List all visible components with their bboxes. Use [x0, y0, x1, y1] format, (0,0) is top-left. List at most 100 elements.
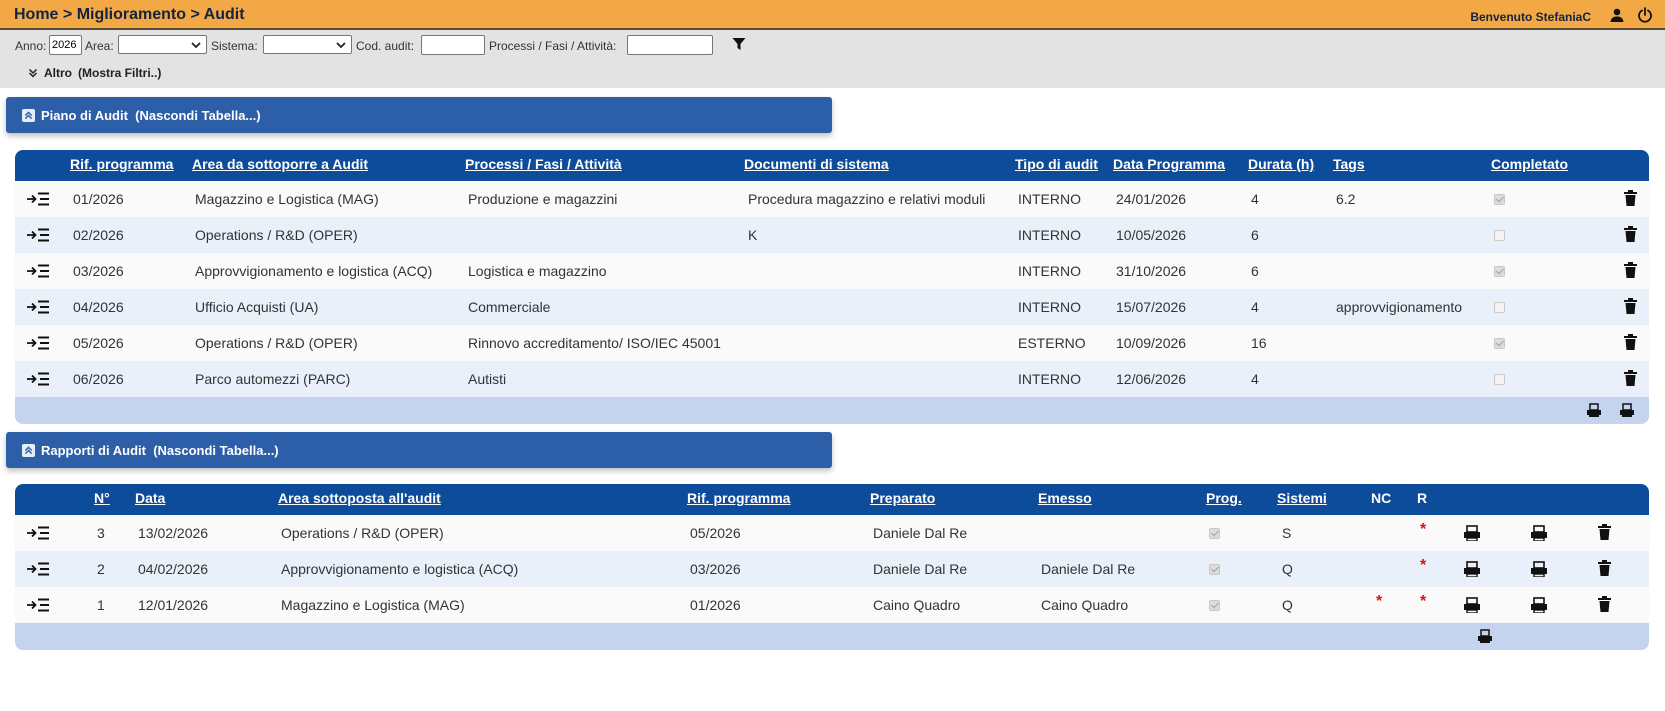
table-row[interactable]: 1 12/01/2026 Magazzino e Logistica (MAG) 01… [15, 587, 1649, 623]
print-icon[interactable] [1530, 597, 1548, 613]
trash-icon[interactable] [1598, 524, 1611, 541]
open-row-icon[interactable] [27, 562, 50, 576]
cell-area: Parco automezzi (PARC) [195, 371, 351, 387]
col-emesso[interactable]: Emesso [1038, 490, 1092, 506]
cell-data: 13/02/2026 [138, 525, 209, 541]
trash-icon[interactable] [1624, 226, 1637, 243]
funnel-icon[interactable] [732, 37, 746, 51]
print-icon[interactable] [1463, 525, 1481, 541]
rapporti-table-footer [15, 623, 1649, 650]
open-row-icon[interactable] [27, 372, 50, 386]
processi-label: Processi / Fasi / Attività: [489, 39, 617, 53]
cell-durata: 6 [1251, 263, 1259, 279]
col-preparato[interactable]: Preparato [870, 490, 935, 506]
col-rif-programma[interactable]: Rif. programma [70, 156, 173, 172]
completato-checkbox[interactable] [1494, 230, 1505, 241]
breadcrumb[interactable]: Home > Miglioramento > Audit [14, 6, 245, 24]
piano-section-header[interactable]: Piano di Audit (Nascondi Tabella...) [6, 97, 832, 133]
table-row[interactable]: 06/2026 Parco automezzi (PARC) Autisti INTE… [15, 361, 1649, 397]
cod-audit-input[interactable] [421, 35, 485, 55]
trash-icon[interactable] [1624, 190, 1637, 207]
cell-tipo: INTERNO [1018, 227, 1081, 243]
cell-emesso: Daniele Dal Re [1041, 561, 1136, 577]
table-row[interactable]: 04/2026 Ufficio Acquisti (UA) Commerciale I… [15, 289, 1649, 325]
col-tags[interactable]: Tags [1333, 156, 1365, 172]
open-row-icon[interactable] [27, 526, 50, 540]
completato-checkbox[interactable] [1494, 194, 1505, 205]
print-icon[interactable] [1586, 403, 1602, 418]
cell-rif-programma: 03/2026 [690, 561, 741, 577]
col-completato[interactable]: Completato [1491, 156, 1568, 172]
filter-bar: Anno: Area: Sistema: Cod. audit: Process… [0, 30, 1665, 88]
table-row[interactable]: 05/2026 Operations / R&D (OPER) Rinnovo ac… [15, 325, 1649, 361]
r-marker: * [1420, 557, 1427, 574]
col-data-programma[interactable]: Data Programma [1113, 156, 1225, 172]
cell-area: Magazzino e Logistica (MAG) [281, 597, 465, 613]
open-row-icon[interactable] [27, 598, 50, 612]
cell-preparato: Caino Quadro [873, 597, 961, 613]
col-documenti[interactable]: Documenti di sistema [744, 156, 889, 172]
cell-rif-programma: 02/2026 [73, 227, 124, 243]
col-numero[interactable]: N° [94, 490, 110, 506]
trash-icon[interactable] [1624, 262, 1637, 279]
open-row-icon[interactable] [27, 300, 50, 314]
rapporti-section-header[interactable]: Rapporti di Audit (Nascondi Tabella...) [6, 432, 832, 468]
col-processi[interactable]: Processi / Fasi / Attività [465, 156, 622, 172]
open-row-icon[interactable] [27, 264, 50, 278]
rapporti-table: N° Data Area sottoposta all'audit Rif. p… [15, 484, 1649, 650]
print-icon[interactable] [1477, 629, 1493, 644]
completato-checkbox[interactable] [1494, 266, 1505, 277]
col-area-sottoposta[interactable]: Area sottoposta all'audit [278, 490, 441, 506]
table-row[interactable]: 2 04/02/2026 Approvvigionamento e logistic… [15, 551, 1649, 587]
sistema-select[interactable] [263, 35, 352, 54]
col-data[interactable]: Data [135, 490, 165, 506]
table-row[interactable]: 03/2026 Approvvigionamento e logistica (A… [15, 253, 1649, 289]
piano-table-header: Rif. programma Area da sottoporre a Audi… [15, 150, 1649, 181]
col-sistemi[interactable]: Sistemi [1277, 490, 1327, 506]
user-icon[interactable] [1609, 7, 1625, 23]
table-row[interactable]: 3 13/02/2026 Operations / R&D (OPER) 05/202… [15, 515, 1649, 551]
piano-toggle-label[interactable]: (Nascondi Tabella...) [135, 108, 260, 123]
trash-icon[interactable] [1624, 334, 1637, 351]
prog-checkbox[interactable] [1209, 600, 1220, 611]
cell-tipo: INTERNO [1018, 191, 1081, 207]
col-durata[interactable]: Durata (h) [1248, 156, 1314, 172]
completato-checkbox[interactable] [1494, 302, 1505, 313]
print-icon[interactable] [1619, 403, 1635, 418]
completato-checkbox[interactable] [1494, 338, 1505, 349]
completato-checkbox[interactable] [1494, 374, 1505, 385]
print-icon[interactable] [1530, 525, 1548, 541]
anno-input[interactable] [49, 35, 82, 55]
col-tipo[interactable]: Tipo di audit [1015, 156, 1098, 172]
piano-title: Piano di Audit [41, 107, 128, 123]
power-icon[interactable] [1637, 7, 1653, 23]
area-select[interactable] [118, 35, 207, 54]
trash-icon[interactable] [1624, 298, 1637, 315]
col-rif-programma[interactable]: Rif. programma [687, 490, 790, 506]
cell-documenti: Procedura magazzino e relativi moduli [748, 191, 986, 207]
cell-tipo: INTERNO [1018, 371, 1081, 387]
rapporti-toggle-label[interactable]: (Nascondi Tabella...) [153, 443, 278, 458]
trash-icon[interactable] [1598, 596, 1611, 613]
col-area[interactable]: Area da sottoporre a Audit [192, 156, 368, 172]
open-row-icon[interactable] [27, 228, 50, 242]
open-row-icon[interactable] [27, 336, 50, 350]
trash-icon[interactable] [1598, 560, 1611, 577]
processi-input[interactable] [627, 35, 713, 55]
cell-numero: 1 [97, 597, 105, 613]
prog-checkbox[interactable] [1209, 564, 1220, 575]
cell-processi: Produzione e magazzini [468, 191, 618, 207]
prog-checkbox[interactable] [1209, 528, 1220, 539]
col-prog[interactable]: Prog. [1206, 490, 1242, 506]
altro-label: Altro [44, 66, 72, 80]
print-icon[interactable] [1463, 597, 1481, 613]
trash-icon[interactable] [1624, 370, 1637, 387]
open-row-icon[interactable] [27, 192, 50, 206]
table-row[interactable]: 01/2026 Magazzino e Logistica (MAG) Produz… [15, 181, 1649, 217]
collapse-icon [22, 108, 35, 122]
print-icon[interactable] [1463, 561, 1481, 577]
print-icon[interactable] [1530, 561, 1548, 577]
altro-toggle[interactable]: Altro (Mostra Filtri..) [28, 66, 161, 80]
cell-preparato: Daniele Dal Re [873, 561, 968, 577]
table-row[interactable]: 02/2026 Operations / R&D (OPER) K INTERNO 10… [15, 217, 1649, 253]
